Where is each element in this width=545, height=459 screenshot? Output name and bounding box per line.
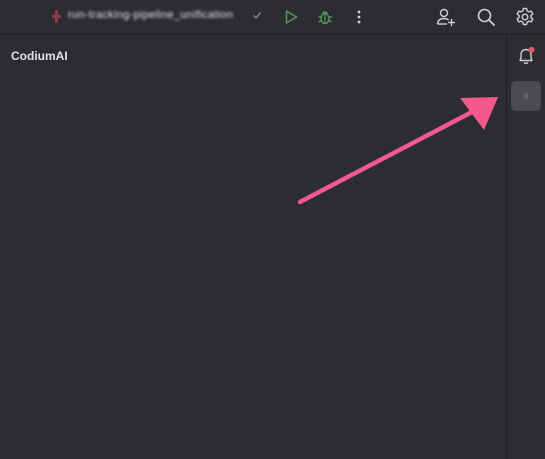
- code-with-me-button[interactable]: [433, 4, 459, 30]
- notifications-button[interactable]: [511, 41, 541, 71]
- more-vertical-icon: [357, 10, 361, 24]
- settings-gear-icon: [516, 7, 534, 26]
- run-configuration-selector[interactable]: run-tracking-pipeline_unification: [50, 7, 270, 27]
- debug-button[interactable]: [312, 4, 338, 30]
- codiumai-tool-window-button[interactable]: [511, 81, 541, 111]
- codiumai-tool-window: CodiumAI: [0, 36, 506, 459]
- main-toolbar: run-tracking-pipeline_unification: [0, 0, 545, 35]
- more-actions-button[interactable]: [346, 4, 372, 30]
- codiumai-tool-window-icon: [523, 93, 529, 99]
- debug-icon: [318, 11, 332, 25]
- search-everywhere-button[interactable]: [473, 4, 499, 30]
- right-tool-strip: [506, 36, 545, 459]
- search-icon: [477, 8, 495, 26]
- check-icon: [253, 12, 262, 19]
- settings-button[interactable]: [512, 4, 538, 30]
- tool-window-title: CodiumAI: [11, 49, 68, 63]
- run-icon: [285, 10, 298, 24]
- run-configuration-name: run-tracking-pipeline_unification: [68, 9, 234, 21]
- notifications-bell-icon: [519, 46, 535, 65]
- add-user-icon: [436, 8, 455, 26]
- run-button[interactable]: [278, 4, 304, 30]
- run-config-icon: [52, 10, 61, 23]
- ide-window: run-tracking-pipeline_unification Codium…: [0, 0, 545, 459]
